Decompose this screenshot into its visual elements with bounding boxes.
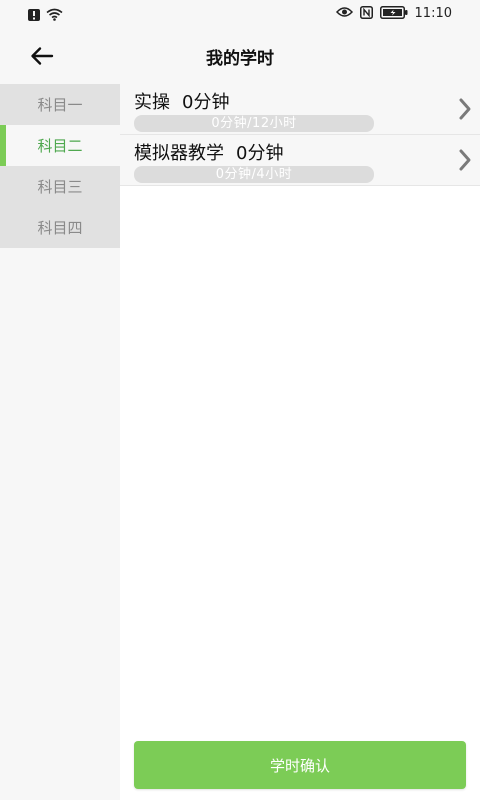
course-list: 实操 0分钟 0分钟/12小时 模拟器教学 0分钟 0分钟/4小时 <box>120 84 480 800</box>
subject-sidebar: 科目一 科目二 科目三 科目四 <box>0 84 120 800</box>
course-row-simulator[interactable]: 模拟器教学 0分钟 0分钟/4小时 <box>120 135 480 186</box>
sidebar-item-subject-2[interactable]: 科目二 <box>0 125 120 166</box>
chevron-right-icon <box>459 98 471 120</box>
sidebar-item-subject-1[interactable]: 科目一 <box>0 84 120 125</box>
alert-icon <box>28 6 40 25</box>
wifi-icon <box>46 6 63 25</box>
course-progress-text: 0分钟/4小时 <box>215 167 293 182</box>
status-left-icons <box>28 6 63 25</box>
course-title: 模拟器教学 0分钟 <box>134 139 283 165</box>
nfc-icon <box>359 5 373 23</box>
status-right-icons: 11:10 <box>335 5 452 23</box>
course-name: 模拟器教学 <box>134 143 224 164</box>
course-progress-text: 0分钟/12小时 <box>211 116 297 131</box>
sidebar-item-subject-3[interactable]: 科目三 <box>0 166 120 207</box>
confirm-hours-button[interactable]: 学时确认 <box>134 741 466 789</box>
status-time: 11:10 <box>414 6 452 21</box>
chevron-right-icon <box>459 149 471 171</box>
course-row-practical[interactable]: 实操 0分钟 0分钟/12小时 <box>120 84 480 135</box>
course-progress-bar: 0分钟/12小时 <box>134 115 374 132</box>
course-name: 实操 <box>134 92 170 113</box>
course-duration: 0分钟 <box>236 143 284 164</box>
course-title: 实操 0分钟 <box>134 88 229 114</box>
course-progress-bar: 0分钟/4小时 <box>134 166 374 183</box>
eye-icon <box>335 6 353 22</box>
status-bar: 11:10 <box>0 0 480 28</box>
course-duration: 0分钟 <box>182 92 230 113</box>
sidebar-item-subject-4[interactable]: 科目四 <box>0 207 120 248</box>
battery-icon <box>379 5 408 23</box>
header: 我的学时 <box>0 28 480 84</box>
page-title: 我的学时 <box>206 49 274 69</box>
